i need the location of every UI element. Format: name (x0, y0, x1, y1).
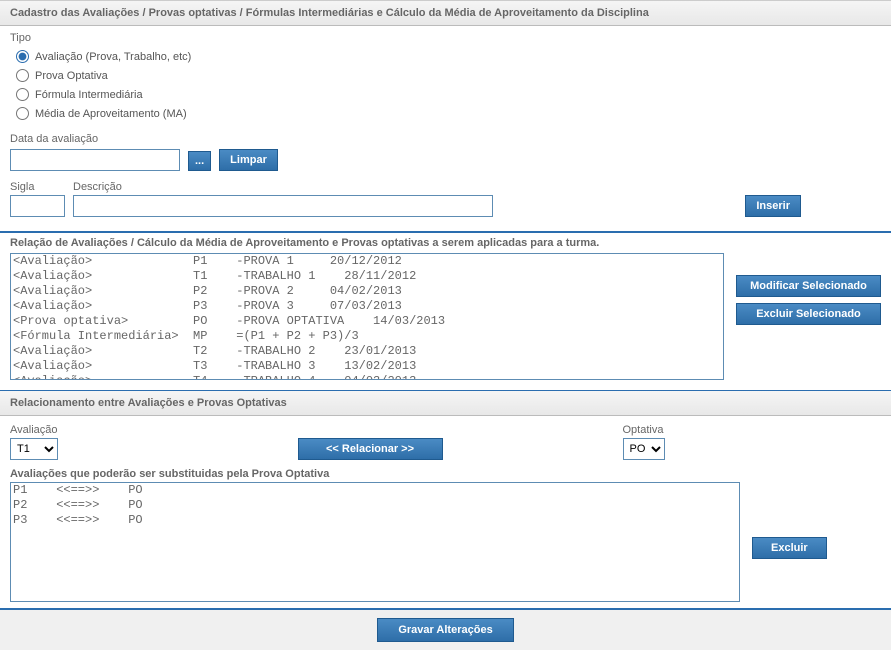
radio-formula[interactable] (16, 88, 29, 101)
avaliacao-label: Avaliação (10, 424, 58, 436)
excluir-selecionado-button[interactable]: Excluir Selecionado (736, 303, 881, 325)
data-avaliacao-label: Data da avaliação (10, 133, 881, 145)
avaliacao-select[interactable]: T1 (10, 438, 58, 460)
data-avaliacao-input[interactable] (10, 149, 180, 171)
limpar-button[interactable]: Limpar (219, 149, 278, 171)
gravar-alteracoes-button[interactable]: Gravar Alterações (377, 618, 513, 642)
optativa-label: Optativa (623, 424, 665, 436)
radio-media-label: Média de Aproveitamento (MA) (35, 108, 187, 120)
radio-formula-label: Fórmula Intermediária (35, 89, 143, 101)
sigla-input[interactable] (10, 195, 65, 217)
radio-prova-optativa-label: Prova Optativa (35, 70, 108, 82)
page-title: Cadastro das Avaliações / Provas optativ… (0, 0, 891, 26)
substituidas-label: Avaliações que poderão ser substituidas … (10, 468, 881, 480)
excluir-button[interactable]: Excluir (752, 537, 827, 559)
tipo-label: Tipo (10, 32, 881, 44)
relacao-listbox[interactable]: <Avaliação> P1 -PROVA 1 20/12/2012 <Aval… (10, 253, 724, 380)
radio-avaliacao[interactable] (16, 50, 29, 63)
optativa-select[interactable]: PO (623, 438, 665, 460)
relacionar-button[interactable]: << Relacionar >> (298, 438, 443, 460)
tipo-radio-group: Avaliação (Prova, Trabalho, etc) Prova O… (10, 47, 881, 123)
radio-avaliacao-label: Avaliação (Prova, Trabalho, etc) (35, 51, 191, 63)
relacao-header: Relação de Avaliações / Cálculo da Média… (10, 237, 881, 249)
descricao-label: Descrição (73, 181, 493, 193)
radio-media[interactable] (16, 107, 29, 120)
modificar-selecionado-button[interactable]: Modificar Selecionado (736, 275, 881, 297)
relacionamento-header: Relacionamento entre Avaliações e Provas… (0, 390, 891, 416)
sigla-label: Sigla (10, 181, 65, 193)
inserir-button[interactable]: Inserir (745, 195, 801, 217)
date-picker-button[interactable]: ... (188, 151, 211, 171)
substituidas-listbox[interactable]: P1 <<==>> PO P2 <<==>> PO P3 <<==>> PO (10, 482, 740, 602)
radio-prova-optativa[interactable] (16, 69, 29, 82)
descricao-input[interactable] (73, 195, 493, 217)
